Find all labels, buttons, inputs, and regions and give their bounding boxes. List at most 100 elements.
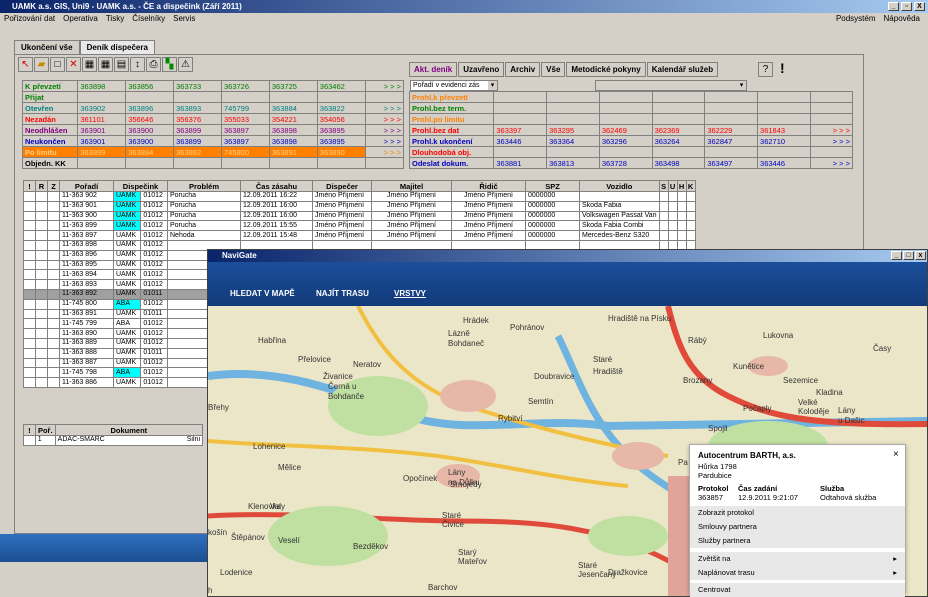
more-link[interactable]: > > > xyxy=(364,135,405,147)
main-header-cell[interactable]: K xyxy=(685,180,696,192)
summary-cell[interactable] xyxy=(546,146,600,158)
summary-cell[interactable] xyxy=(704,102,759,114)
summary-cell[interactable]: 356646 xyxy=(125,113,175,125)
right-button-5[interactable]: Kalendář služeb xyxy=(646,62,719,77)
main-header-cell[interactable]: Řidič xyxy=(451,180,526,192)
table-row[interactable]: 11-363 902 UAMK 01012 Porucha 12.09.2011 16:… xyxy=(23,191,696,202)
summary-cell[interactable]: 363446 xyxy=(757,157,811,169)
menu-right-item-0[interactable]: Podsystém xyxy=(836,14,876,23)
summary-cell[interactable]: 363897 xyxy=(221,124,270,136)
summary-cell[interactable]: 363446 xyxy=(493,135,548,147)
table-row[interactable]: 11-363 900 UAMK 01012 Porucha 12.09.2011 16:… xyxy=(23,210,696,222)
maximize-button[interactable]: ▫ xyxy=(901,2,912,11)
more-link[interactable] xyxy=(809,113,854,125)
summary-cell[interactable]: 363725 xyxy=(268,80,318,92)
more-link[interactable]: > > > xyxy=(364,80,405,92)
summary-row-label[interactable]: Prohl.k převzetí xyxy=(408,91,495,103)
popup-close-button[interactable]: × xyxy=(893,449,899,460)
menu-item-4[interactable]: Servis xyxy=(173,14,195,23)
popup-menu-zobrazit[interactable]: Zobrazit protokol xyxy=(690,506,905,520)
summary-cell[interactable]: 362369 xyxy=(651,124,706,136)
summary-cell[interactable] xyxy=(125,91,175,103)
summary-cell[interactable] xyxy=(221,91,270,103)
summary-cell[interactable]: 363897 xyxy=(221,135,270,147)
doc-header-cell[interactable]: Poř. xyxy=(34,424,56,436)
more-link[interactable]: > > > xyxy=(809,157,854,169)
summary-row-label[interactable]: Dlouhodobá obj. xyxy=(408,146,495,158)
main-header-cell[interactable]: R xyxy=(35,180,48,192)
summary-cell[interactable] xyxy=(125,157,175,169)
summary-row-label[interactable]: Prohl.po limitu xyxy=(408,113,495,125)
summary-cell[interactable] xyxy=(316,157,366,169)
summary-cell[interactable] xyxy=(493,91,548,103)
minimize-button[interactable]: _ xyxy=(888,2,899,11)
main-header-cell[interactable]: Dispečer xyxy=(312,180,372,192)
summary-row-label[interactable]: Po limitu xyxy=(21,146,79,158)
summary-cell[interactable] xyxy=(173,91,222,103)
summary-cell[interactable]: 363900 xyxy=(125,135,175,147)
print-icon[interactable]: ⎙ xyxy=(146,57,161,72)
summary-cell[interactable] xyxy=(651,91,706,103)
summary-cell[interactable] xyxy=(757,102,811,114)
summary-cell[interactable]: 355033 xyxy=(221,113,270,125)
summary-cell[interactable] xyxy=(268,157,318,169)
more-link[interactable]: > > > xyxy=(364,102,405,114)
more-link[interactable]: > > > xyxy=(809,135,854,147)
summary-cell[interactable]: 363902 xyxy=(77,102,127,114)
summary-cell[interactable] xyxy=(173,157,222,169)
summary-cell[interactable] xyxy=(651,146,706,158)
summary-row-label[interactable]: Odeslat dokum. xyxy=(408,157,495,169)
summary-row-label[interactable]: Objedn. KK xyxy=(21,157,79,169)
summary-cell[interactable]: 363728 xyxy=(598,157,653,169)
summary-cell[interactable]: 363397 xyxy=(493,124,548,136)
summary-cell[interactable] xyxy=(493,102,548,114)
summary-cell[interactable]: 363896 xyxy=(125,102,175,114)
summary-cell[interactable]: 363462 xyxy=(316,80,366,92)
summary-cell[interactable]: 354056 xyxy=(316,113,366,125)
tab-hledat[interactable]: HLEDAT V MAPĚ xyxy=(230,289,295,298)
summary-cell[interactable] xyxy=(757,146,811,158)
menu-item-2[interactable]: Tisky xyxy=(106,14,124,23)
summary-cell[interactable] xyxy=(493,146,548,158)
help-icon[interactable]: ? xyxy=(758,62,773,77)
tab-ukonceni[interactable]: Ukončení vše xyxy=(14,40,80,54)
sort-icon[interactable]: ↕ xyxy=(130,57,145,72)
summary-cell[interactable]: 361101 xyxy=(77,113,127,125)
columns-icon[interactable]: ▤ xyxy=(114,57,129,72)
warning-icon[interactable]: ⚠ xyxy=(178,57,193,72)
summary-cell[interactable] xyxy=(77,91,127,103)
main-header-cell[interactable]: Vozidlo xyxy=(579,180,660,192)
summary-row-label[interactable]: Prohl.bez term. xyxy=(408,102,495,114)
main-header-cell[interactable]: Dispečink xyxy=(113,180,168,192)
more-link[interactable]: > > > xyxy=(364,146,405,158)
navigate-maximize-button[interactable]: □ xyxy=(903,251,914,260)
summary-cell[interactable]: 363901 xyxy=(77,135,127,147)
main-header-cell[interactable]: SPZ xyxy=(525,180,580,192)
main-header-cell[interactable]: Problém xyxy=(167,180,241,192)
menu-item-0[interactable]: Pořizování dat xyxy=(4,14,55,23)
main-header-cell[interactable]: ! xyxy=(23,180,36,192)
menu-item-3[interactable]: Číselníky xyxy=(132,14,165,23)
summary-cell[interactable] xyxy=(546,91,600,103)
summary-cell[interactable]: 363893 xyxy=(173,102,222,114)
summary-cell[interactable]: 363295 xyxy=(546,124,600,136)
summary-cell[interactable]: 363822 xyxy=(316,102,366,114)
summary-cell[interactable]: 363892 xyxy=(173,146,222,158)
main-header-cell[interactable]: Pořadí xyxy=(59,180,114,192)
summary-cell[interactable]: 363884 xyxy=(268,102,318,114)
summary-row-label[interactable]: Otevřen xyxy=(21,102,79,114)
summary-cell[interactable] xyxy=(546,102,600,114)
more-link[interactable]: > > > xyxy=(809,124,854,136)
summary-cell[interactable]: 363497 xyxy=(704,157,759,169)
popup-menu-sluzby[interactable]: Služby partnera xyxy=(690,534,905,548)
table-row[interactable]: 11-363 899 UAMK 01012 Porucha 12.09.2011 15:… xyxy=(23,220,696,232)
summary-cell[interactable] xyxy=(757,91,811,103)
tab-vrstvy[interactable]: VRSTVY xyxy=(394,289,426,298)
summary-cell[interactable] xyxy=(493,113,548,125)
summary-cell[interactable]: 362469 xyxy=(598,124,653,136)
summary-row-label[interactable]: Neodhlášen xyxy=(21,124,79,136)
summary-cell[interactable] xyxy=(77,157,127,169)
filter-select[interactable]: ▾ xyxy=(595,80,747,91)
right-button-1[interactable]: Uzavřeno xyxy=(458,62,505,77)
summary-cell[interactable]: 363895 xyxy=(316,135,366,147)
